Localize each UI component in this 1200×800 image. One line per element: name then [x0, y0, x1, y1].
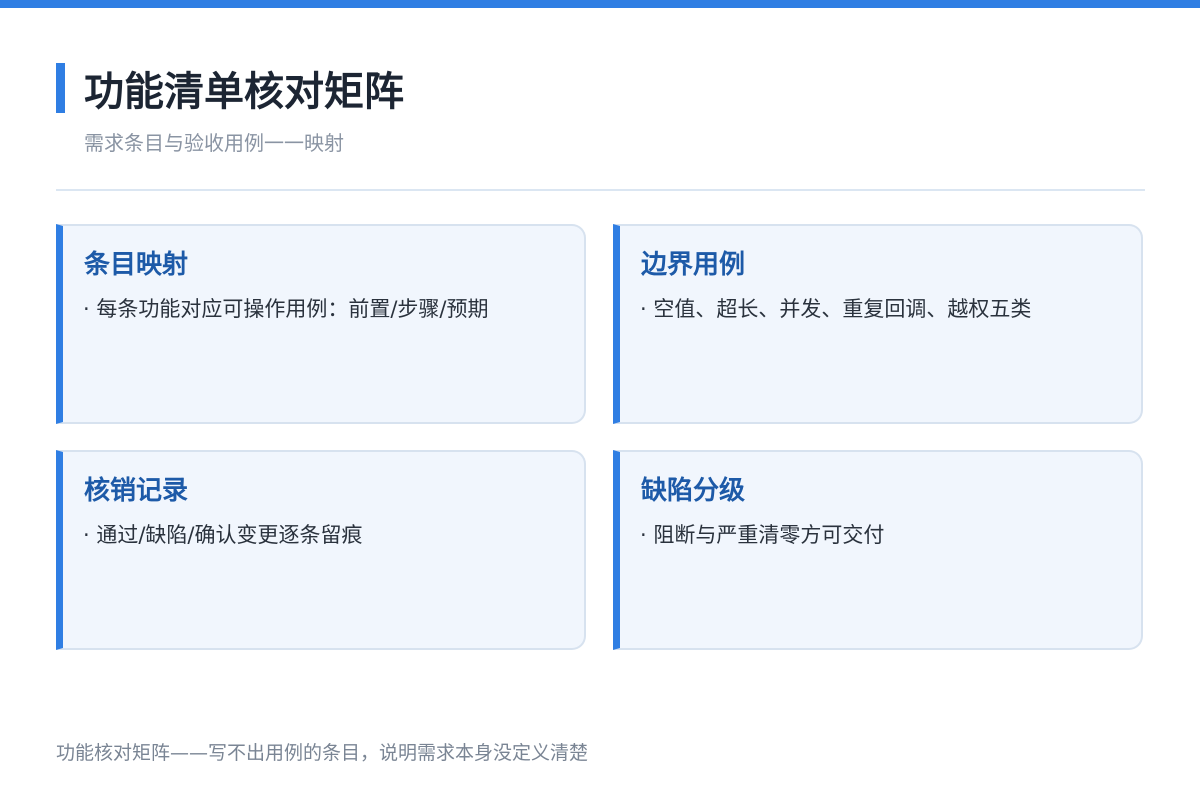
- footer-note: 功能核对矩阵——写不出用例的条目，说明需求本身没定义清楚: [56, 742, 589, 764]
- card-body: · 阻断与严重清零方可交付: [640, 523, 885, 547]
- card-title: 边界用例: [641, 250, 746, 280]
- card-boundary-cases: 边界用例 · 空值、超长、并发、重复回调、越权五类: [613, 224, 1143, 424]
- page-title: 功能清单核对矩阵: [84, 69, 404, 115]
- card-title: 条目映射: [84, 250, 189, 280]
- card-body: · 每条功能对应可操作用例：前置/步骤/预期: [83, 297, 489, 321]
- card-body: · 通过/缺陷/确认变更逐条留痕: [83, 523, 363, 547]
- card-body: · 空值、超长、并发、重复回调、越权五类: [640, 297, 1032, 321]
- top-accent-bar: [0, 0, 1200, 8]
- title-accent-bar: [56, 63, 65, 113]
- header-divider: [56, 189, 1145, 191]
- card-item-mapping: 条目映射 · 每条功能对应可操作用例：前置/步骤/预期: [56, 224, 586, 424]
- card-defect-grading: 缺陷分级 · 阻断与严重清零方可交付: [613, 450, 1143, 650]
- card-verification-records: 核销记录 · 通过/缺陷/确认变更逐条留痕: [56, 450, 586, 650]
- card-title: 核销记录: [84, 476, 189, 506]
- page-subtitle: 需求条目与验收用例一一映射: [84, 131, 344, 155]
- card-title: 缺陷分级: [641, 476, 746, 506]
